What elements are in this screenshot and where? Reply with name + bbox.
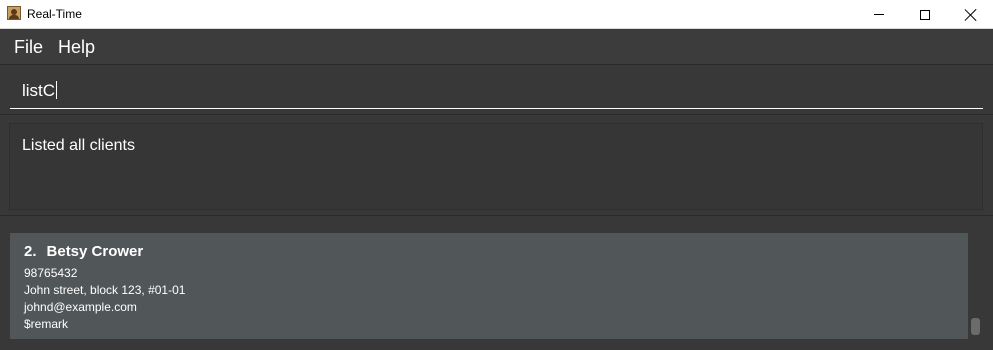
text-caret bbox=[56, 81, 58, 99]
client-email: johnd@example.com bbox=[24, 300, 137, 314]
window-title: Real-Time bbox=[27, 7, 82, 21]
menu-help[interactable]: Help bbox=[58, 37, 95, 57]
command-input-text: listC bbox=[22, 81, 56, 100]
result-display: Listed all clients bbox=[0, 116, 993, 216]
app-logo-icon bbox=[7, 6, 21, 20]
client-remark: $remark bbox=[24, 317, 69, 331]
client-list-panel: 2. Betsy Crower 98765432 John street, blo… bbox=[0, 217, 993, 350]
title-bar: Real-Time bbox=[0, 0, 993, 29]
menu-file[interactable]: File bbox=[14, 37, 43, 57]
client-list[interactable]: 2. Betsy Crower 98765432 John street, blo… bbox=[0, 217, 993, 350]
command-box: listC bbox=[0, 65, 993, 115]
menu-bar: File Help bbox=[0, 29, 993, 65]
minimize-icon bbox=[874, 14, 884, 15]
close-button[interactable] bbox=[948, 0, 993, 29]
client-phone: 98765432 bbox=[24, 266, 78, 280]
minimize-button[interactable] bbox=[856, 0, 902, 29]
command-input[interactable]: listC bbox=[10, 73, 983, 109]
maximize-button[interactable] bbox=[902, 0, 948, 29]
client-index: 2. bbox=[24, 243, 37, 260]
client-card[interactable]: 2. Betsy Crower 98765432 John street, blo… bbox=[10, 233, 968, 339]
list-scrollbar-thumb[interactable] bbox=[971, 318, 980, 335]
maximize-icon bbox=[920, 9, 930, 20]
result-text: Listed all clients bbox=[22, 137, 135, 154]
client-address: John street, block 123, #01-01 bbox=[24, 283, 186, 297]
client-name: Betsy Crower bbox=[46, 243, 144, 260]
client-name-row: 2. Betsy Crower bbox=[24, 243, 143, 261]
close-icon bbox=[965, 9, 977, 21]
result-box[interactable]: Listed all clients bbox=[9, 123, 983, 210]
